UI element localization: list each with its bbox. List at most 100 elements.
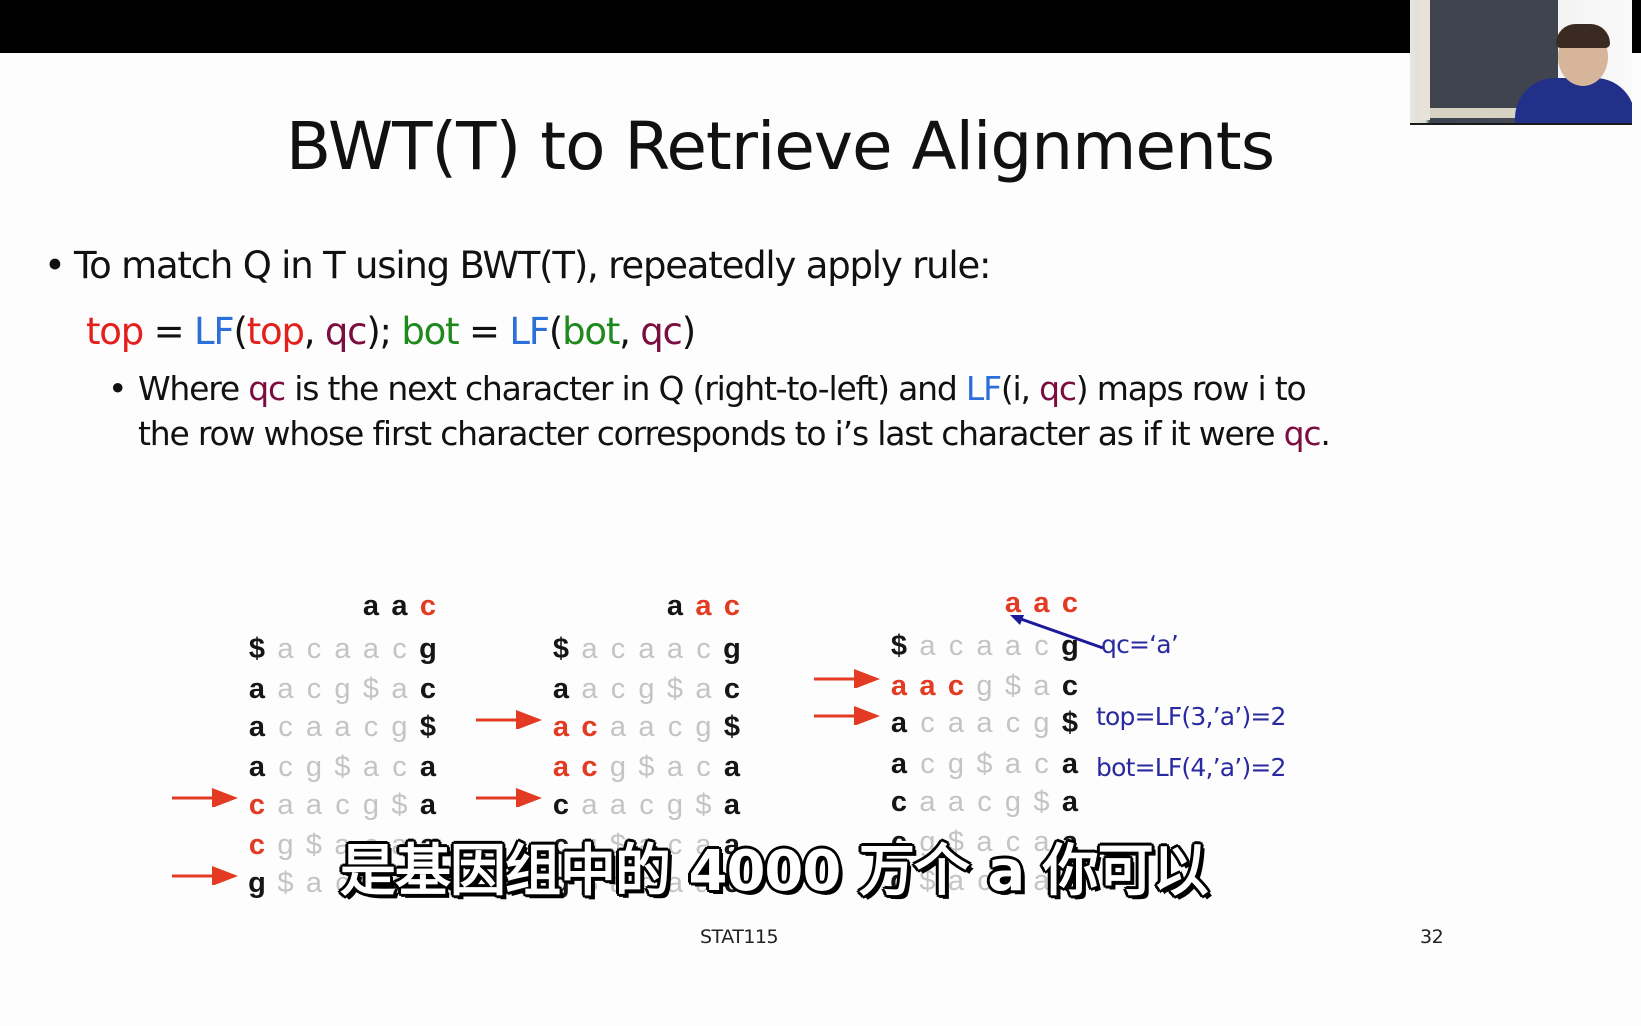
first-column-char: a (890, 748, 908, 780)
first-column-char: a (552, 673, 570, 705)
middle-char: a (638, 711, 655, 743)
middle-char: c (947, 670, 965, 702)
middle-char: a (1033, 670, 1050, 702)
first-column-char: a (248, 711, 266, 743)
middle-char: a (1004, 748, 1022, 780)
middle-char: g (391, 711, 408, 743)
middle-char: g (666, 789, 684, 821)
qc-pointer-arrow (1010, 615, 1104, 650)
middle-char: a (277, 673, 294, 705)
middle-char: a (947, 786, 965, 818)
last-column-char: g (723, 633, 741, 665)
middle-char: g (305, 751, 323, 783)
middle-char: g (638, 673, 655, 705)
rule-segment-top: top (86, 310, 144, 353)
middle-char: c (363, 711, 379, 743)
middle-char: $ (305, 829, 323, 861)
middle-char: c (920, 707, 935, 739)
rule-segment-bot: bot (562, 310, 620, 353)
bullet-1-text: To match Q in T using BWT(T), repeatedly… (74, 244, 992, 287)
rule-segment-plain: = (143, 310, 194, 353)
query-char: a (666, 590, 684, 622)
last-column-char: a (419, 751, 437, 783)
middle-char: c (610, 633, 626, 665)
middle-char: $ (334, 751, 351, 783)
rule-segment-qc: qc (640, 310, 683, 353)
middle-char: a (581, 673, 598, 705)
middle-char: a (362, 751, 380, 783)
last-column-char: c (1061, 670, 1079, 702)
first-column-char: $ (890, 630, 908, 662)
video-subtitle: 是基因组中的 4000 万个 a 你可以 (340, 839, 1209, 904)
sub-bullet-line-2: the row whose first character correspond… (108, 411, 1331, 456)
middle-char: $ (638, 751, 655, 783)
middle-char: a (919, 630, 936, 662)
last-column-char: $ (723, 711, 741, 743)
footer-page-number: 32 (1420, 926, 1444, 948)
last-column-char: $ (1061, 707, 1079, 739)
query-char: c (419, 590, 437, 622)
bullet-dot-icon: • (44, 244, 66, 287)
rule-segment-qc: qc (324, 310, 368, 353)
middle-char: c (1005, 707, 1021, 739)
middle-char: g (695, 711, 712, 743)
middle-char: c (639, 789, 654, 821)
last-column-char: $ (419, 711, 437, 743)
row-pointer-arrow-icon (814, 706, 880, 725)
middle-char: $ (391, 789, 408, 821)
middle-char: g (277, 829, 294, 861)
first-column-char: $ (552, 633, 570, 665)
middle-char: a (334, 711, 351, 743)
middle-char: a (695, 673, 712, 705)
first-column-char: a (890, 707, 908, 739)
first-column-char: a (248, 673, 266, 705)
row-pointer-arrow-icon (814, 669, 880, 688)
middle-char: a (581, 789, 598, 821)
rule-segment-top: top (246, 310, 305, 353)
middle-char: c (278, 751, 293, 783)
sub-line2-segment-plain: . (1320, 414, 1331, 453)
middle-char: c (335, 789, 350, 821)
middle-char: c (392, 751, 407, 783)
middle-char: a (391, 673, 408, 705)
first-column-char: g (248, 867, 266, 899)
slide-title: BWT(T) to Retrieve Alignments (285, 108, 1275, 185)
middle-char: c (581, 711, 598, 743)
middle-char: $ (277, 867, 294, 899)
middle-char: c (696, 751, 711, 783)
middle-char: c (948, 630, 964, 662)
speaker-video-thumbnail[interactable] (1410, 0, 1632, 125)
query-char: a (695, 590, 712, 622)
first-column-char: $ (248, 633, 266, 665)
query-char: a (391, 590, 408, 622)
middle-char: g (976, 670, 993, 702)
sub-line1-segment-lf: LF (965, 369, 1002, 408)
last-column-char: a (1061, 786, 1079, 818)
middle-char: c (667, 711, 683, 743)
rule-segment-lf: LF (509, 310, 550, 353)
middle-char: g (947, 748, 965, 780)
sub-bullet-line-1: • Where qc is the next character in Q (ri… (108, 366, 1330, 411)
row-pointer-arrow-icon (476, 788, 542, 807)
middle-char: a (919, 670, 936, 702)
first-column-char: c (890, 786, 908, 818)
video-speaker-hair (1556, 24, 1610, 48)
sub-line1-segment-plain: is the next character in Q (right-to-lef… (285, 369, 966, 408)
middle-char: $ (362, 673, 380, 705)
middle-char: $ (1004, 670, 1022, 702)
middle-char: a (305, 711, 323, 743)
qc-pointer-head (1010, 615, 1024, 625)
middle-char: a (919, 786, 936, 818)
first-column-char: a (552, 751, 570, 783)
rule-segment-lf: LF (193, 310, 235, 353)
middle-char: g (1033, 707, 1050, 739)
middle-char: c (610, 673, 626, 705)
annotation-top: top=LF(3,’a’)=2 (1096, 702, 1286, 731)
middle-char: a (362, 633, 380, 665)
middle-char: $ (1033, 786, 1050, 818)
sub-bullet: • Where qc is the next character in Q (ri… (108, 366, 1331, 456)
qc-pointer-line (1017, 616, 1104, 650)
sub-line1-segment-plain: (i, (1000, 369, 1040, 408)
middle-char: $ (695, 789, 712, 821)
middle-char: g (362, 789, 380, 821)
